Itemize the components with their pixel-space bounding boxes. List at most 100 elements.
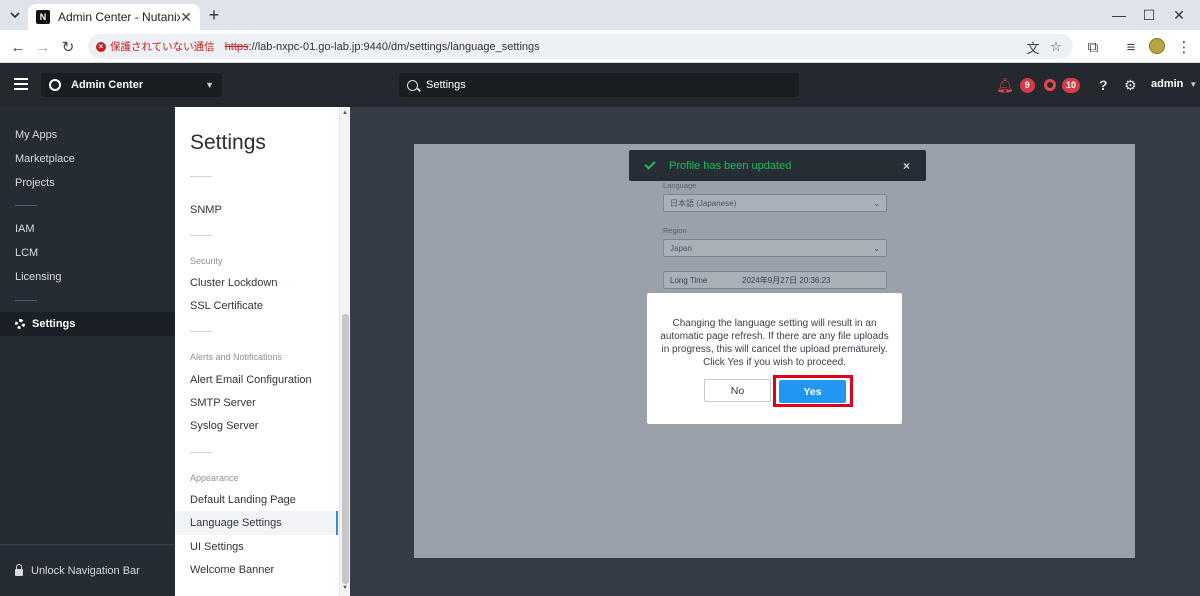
maximize-window-icon[interactable]: ☐ xyxy=(1140,6,1158,24)
search-text: Settings xyxy=(426,79,466,91)
yes-button[interactable]: Yes xyxy=(779,380,846,403)
app-name: Admin Center xyxy=(71,79,144,91)
dialog-message: Changing the language setting will resul… xyxy=(660,318,889,368)
main-content: Language 日本語 (Japanese) ⌄ Region Japan ⌄… xyxy=(350,107,1200,596)
section-divider xyxy=(190,176,212,177)
help-icon[interactable]: ? xyxy=(1099,77,1108,93)
section-heading-alerts: Alerts and Notifications xyxy=(190,352,283,362)
yes-button-highlight: Yes xyxy=(773,375,853,407)
search-icon xyxy=(407,79,418,91)
chevron-down-icon: ▼ xyxy=(205,80,214,90)
close-icon[interactable]: × xyxy=(903,159,910,173)
scroll-up-arrow-icon[interactable]: ▲ xyxy=(342,110,348,116)
chevron-down-icon: ⌄ xyxy=(873,243,880,253)
nav-item-projects[interactable]: Projects xyxy=(15,177,55,189)
nutanix-favicon-icon: N xyxy=(36,10,50,24)
tasks-ring-icon xyxy=(1044,79,1056,91)
confirm-dialog: Changing the language setting will resul… xyxy=(647,293,902,424)
extensions-icon[interactable]: ⧉ xyxy=(1083,37,1103,57)
tab-close-icon[interactable]: ✕ xyxy=(180,9,192,26)
admin-center-logo-icon xyxy=(49,79,61,91)
security-chip[interactable]: × 保護されていない通信 xyxy=(96,39,215,54)
long-time-label: Long Time xyxy=(670,275,708,285)
long-time-value: 2024年9月27日 20:36:23 xyxy=(742,275,831,285)
success-toast: Profile has been updated × xyxy=(629,150,926,181)
url-text[interactable]: https://lab-nxpc-01.go-lab.jp:9440/dm/se… xyxy=(225,41,540,53)
chevron-down-icon: ⌄ xyxy=(873,198,880,208)
nav-item-lcm[interactable]: LCM xyxy=(15,247,38,259)
settings-item-default-landing-page[interactable]: Default Landing Page xyxy=(190,494,296,506)
address-bar[interactable]: × 保護されていない通信 https://lab-nxpc-01.go-lab.… xyxy=(88,34,1073,59)
browser-tabstrip: N Admin Center - Nutanix ✕ + — ☐ ✕ xyxy=(0,0,1200,30)
unlock-navigation-label: Unlock Navigation Bar xyxy=(31,564,140,577)
region-value: Japan xyxy=(670,243,692,253)
settings-item-language-settings[interactable]: Language Settings xyxy=(175,511,338,535)
no-button[interactable]: No xyxy=(704,379,771,402)
gear-icon[interactable]: ⚙ xyxy=(1124,77,1137,93)
settings-item-smtp-server[interactable]: SMTP Server xyxy=(190,397,256,409)
settings-item-welcome-banner[interactable]: Welcome Banner xyxy=(190,564,274,576)
region-label: Region xyxy=(663,226,687,235)
nav-item-marketplace[interactable]: Marketplace xyxy=(15,153,75,165)
tasks-button[interactable]: 10 xyxy=(1044,77,1081,93)
language-label: Language xyxy=(663,181,697,190)
tab-title: Admin Center - Nutanix xyxy=(58,10,181,24)
language-select[interactable]: 日本語 (Japanese) ⌄ xyxy=(663,194,887,212)
page-title: Settings xyxy=(190,131,266,154)
settings-item-ui-settings[interactable]: UI Settings xyxy=(190,541,244,553)
region-select[interactable]: Japan ⌄ xyxy=(663,239,887,257)
section-divider xyxy=(190,452,212,453)
translate-icon[interactable]: 文 xyxy=(1025,39,1041,56)
long-time-preview: Long Time 2024年9月27日 20:36:23 xyxy=(663,271,887,289)
settings-item-alert-email[interactable]: Alert Email Configuration xyxy=(190,374,312,386)
hamburger-menu-icon[interactable] xyxy=(14,78,28,90)
alerts-button[interactable]: 🔔︎ 9 xyxy=(996,77,1035,93)
chevron-down-icon xyxy=(10,12,20,18)
scrollbar-thumb[interactable] xyxy=(342,314,349,584)
back-arrow-icon[interactable]: ← xyxy=(8,37,28,57)
nav-item-settings-label: Settings xyxy=(32,318,76,330)
settings-item-cluster-lockdown[interactable]: Cluster Lockdown xyxy=(190,277,277,289)
unlock-navigation-button[interactable]: Unlock Navigation Bar xyxy=(0,544,175,596)
nav-item-iam[interactable]: IAM xyxy=(15,223,35,235)
browser-tab-active[interactable]: N Admin Center - Nutanix ✕ xyxy=(28,4,200,30)
nav-divider xyxy=(15,300,37,301)
bell-icon: 🔔︎ xyxy=(996,76,1014,93)
app-switcher[interactable]: Admin Center ▼ xyxy=(41,73,222,97)
user-name: admin xyxy=(1151,78,1184,90)
app-header: Admin Center ▼ Settings 🔔︎ 9 10 ? ⚙ admi… xyxy=(0,63,1200,107)
nav-divider xyxy=(15,205,37,206)
user-menu[interactable]: admin ▼ xyxy=(1151,78,1197,90)
reading-list-icon[interactable]: ≡ xyxy=(1121,37,1141,57)
section-divider xyxy=(190,235,212,236)
new-tab-button[interactable]: + xyxy=(205,5,223,25)
close-window-icon[interactable]: ✕ xyxy=(1170,6,1188,24)
tasks-count-badge: 10 xyxy=(1062,77,1081,93)
nav-item-settings[interactable]: Settings xyxy=(0,312,175,336)
section-heading-appearance: Appearance xyxy=(190,473,239,483)
gear-icon xyxy=(15,319,25,329)
bookmark-star-icon[interactable]: ☆ xyxy=(1048,39,1064,55)
settings-scrollbar[interactable]: ▲ ▼ xyxy=(339,107,350,596)
nav-item-licensing[interactable]: Licensing xyxy=(15,271,61,283)
section-divider xyxy=(190,331,212,332)
security-chip-label: 保護されていない通信 xyxy=(110,41,215,53)
scroll-down-arrow-icon[interactable]: ▼ xyxy=(342,585,348,591)
settings-item-syslog-server[interactable]: Syslog Server xyxy=(190,420,258,432)
tab-search-button[interactable] xyxy=(5,5,25,25)
alerts-count-badge: 9 xyxy=(1019,77,1035,93)
reload-icon[interactable]: ↻ xyxy=(58,37,78,57)
checkmark-icon xyxy=(644,158,656,170)
settings-item-ssl-certificate[interactable]: SSL Certificate xyxy=(190,300,263,312)
left-navigation: My Apps Marketplace Projects IAM LCM Lic… xyxy=(0,107,175,596)
settings-item-snmp[interactable]: SNMP xyxy=(190,204,222,216)
global-search-input[interactable]: Settings xyxy=(399,73,799,97)
url-scheme: https xyxy=(224,40,249,53)
url-path: ://lab-nxpc-01.go-lab.jp:9440/dm/setting… xyxy=(248,40,540,53)
forward-arrow-icon[interactable]: → xyxy=(33,37,53,57)
browser-toolbar: ← → ↻ × 保護されていない通信 https://lab-nxpc-01.g… xyxy=(0,30,1200,63)
nav-item-my-apps[interactable]: My Apps xyxy=(15,129,57,141)
browser-menu-icon[interactable]: ⋮ xyxy=(1174,37,1194,57)
profile-avatar[interactable] xyxy=(1149,38,1165,54)
minimize-window-icon[interactable]: — xyxy=(1110,6,1128,24)
